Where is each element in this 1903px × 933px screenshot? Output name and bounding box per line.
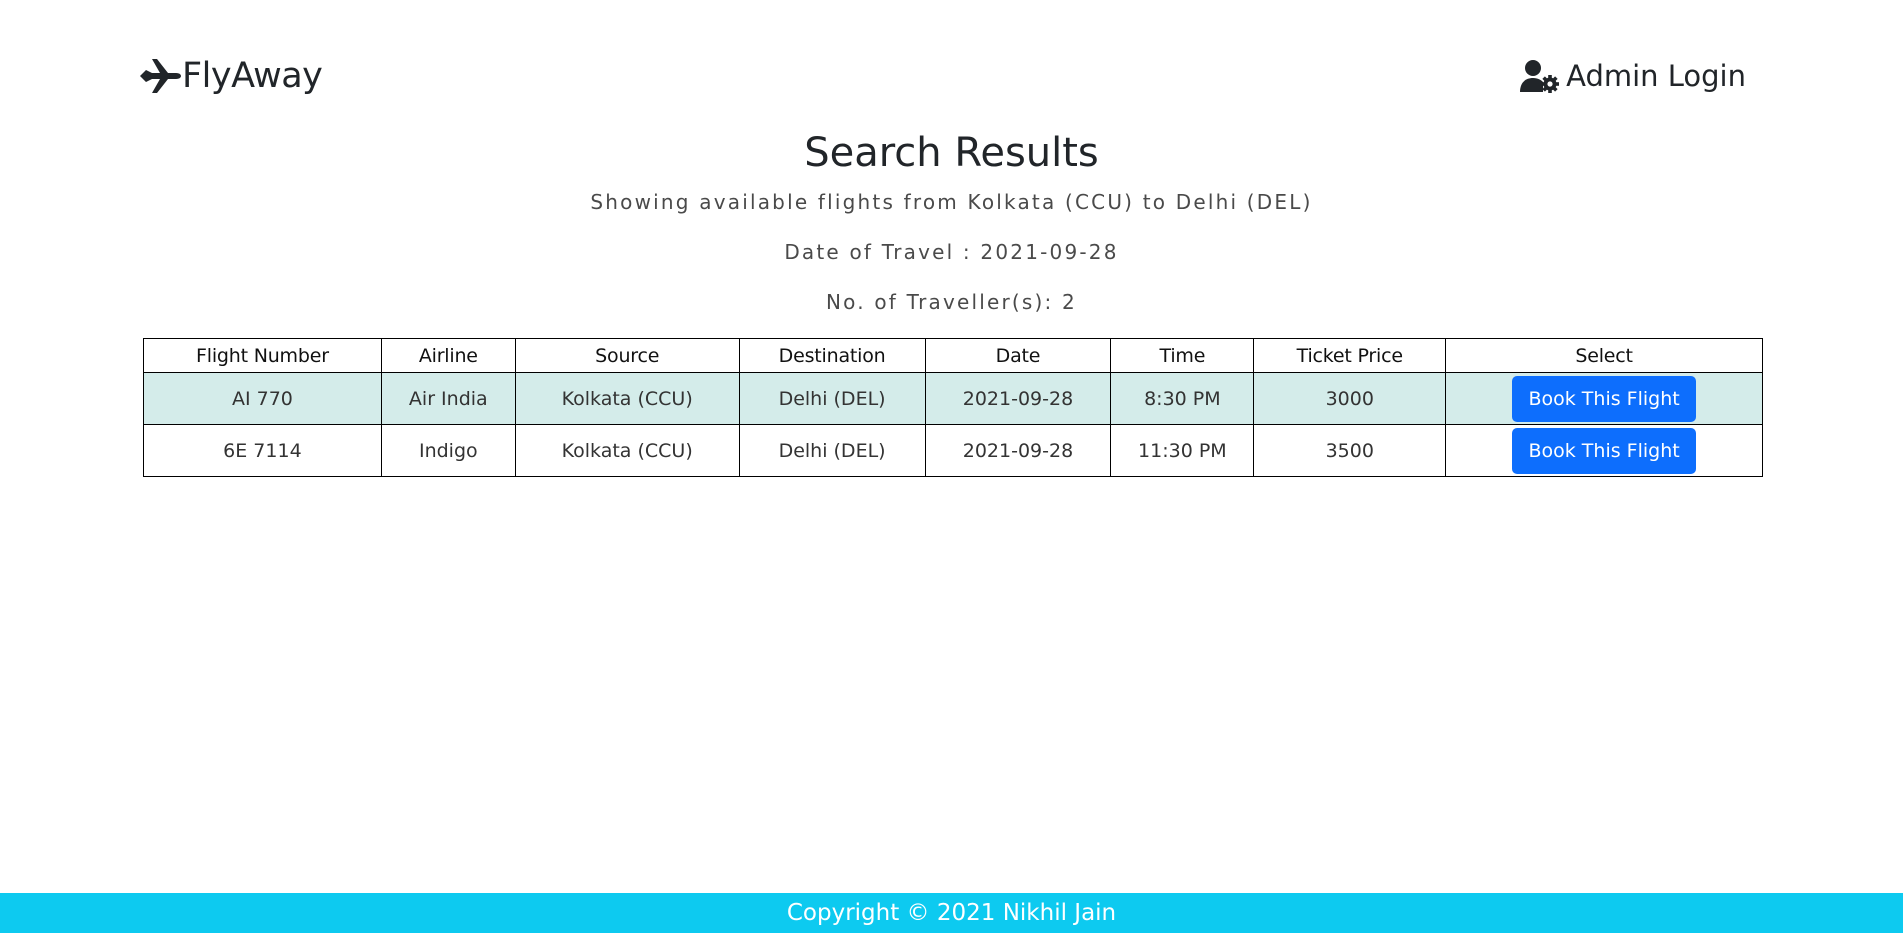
select-cell: Book This Flight [1445, 372, 1763, 425]
column-header-flight-number: Flight Number [143, 338, 382, 373]
page-title: Search Results [804, 130, 1099, 176]
time-cell: 11:30 PM [1110, 424, 1255, 477]
airline-cell: Indigo [380, 424, 516, 477]
source-cell: Kolkata (CCU) [514, 372, 740, 425]
column-header-ticket-price: Ticket Price [1253, 338, 1447, 373]
price-cell: 3500 [1253, 424, 1447, 477]
admin-login-label: Admin Login [1566, 59, 1746, 93]
table-row: AI 770 Air India Kolkata (CCU) Delhi (DE… [143, 372, 1763, 425]
book-flight-button[interactable]: Book This Flight [1512, 375, 1696, 422]
time-cell: 8:30 PM [1110, 372, 1255, 425]
column-header-source: Source [514, 338, 740, 373]
user-gear-icon [1520, 59, 1560, 93]
column-header-select: Select [1445, 338, 1763, 373]
brand-link[interactable]: FlyAway [138, 52, 323, 100]
travel-date-info: Date of Travel : 2021-09-28 [784, 240, 1119, 264]
flights-table: Flight Number Airline Source Destination… [143, 338, 1763, 477]
copyright-text: Copyright © 2021 Nikhil Jain [786, 900, 1117, 926]
footer: Copyright © 2021 Nikhil Jain [0, 893, 1903, 933]
admin-login-link[interactable]: Admin Login [1520, 54, 1746, 98]
date-cell: 2021-09-28 [924, 424, 1112, 477]
flight-number-cell: 6E 7114 [143, 424, 382, 477]
date-cell: 2021-09-28 [924, 372, 1112, 425]
plane-icon [138, 56, 182, 96]
book-flight-button[interactable]: Book This Flight [1512, 427, 1696, 474]
destination-cell: Delhi (DEL) [738, 372, 926, 425]
column-header-airline: Airline [380, 338, 516, 373]
flight-number-cell: AI 770 [143, 372, 382, 425]
table-row: 6E 7114 Indigo Kolkata (CCU) Delhi (DEL)… [143, 424, 1763, 477]
destination-cell: Delhi (DEL) [738, 424, 926, 477]
route-info: Showing available flights from Kolkata (… [590, 190, 1313, 214]
column-header-destination: Destination [738, 338, 926, 373]
column-header-date: Date [924, 338, 1112, 373]
airline-cell: Air India [380, 372, 516, 425]
brand-name: FlyAway [182, 56, 323, 96]
travellers-info: No. of Traveller(s): 2 [826, 290, 1077, 314]
source-cell: Kolkata (CCU) [514, 424, 740, 477]
table-header-row: Flight Number Airline Source Destination… [143, 338, 1763, 373]
column-header-time: Time [1110, 338, 1255, 373]
price-cell: 3000 [1253, 372, 1447, 425]
select-cell: Book This Flight [1445, 424, 1763, 477]
page: FlyAway Admin Login Search Results Showi… [0, 0, 1903, 933]
